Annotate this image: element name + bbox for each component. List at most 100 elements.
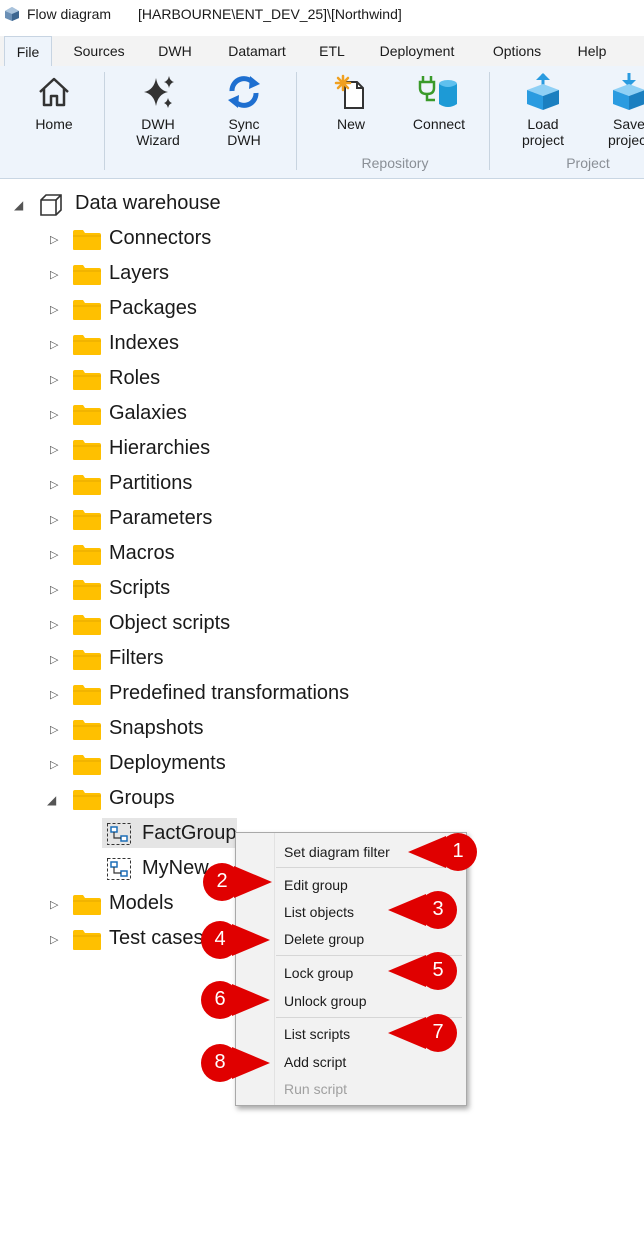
folder-icon [73,405,101,425]
tree-node-label: Object scripts [109,612,231,634]
folder-icon [73,930,101,950]
dwh-wizard-label: DWH Wizard [136,116,180,148]
collapsed-arrow-icon[interactable]: ▷ [50,898,58,911]
menu-item-delete-group[interactable]: Delete group [284,931,364,947]
folder-icon [73,300,101,320]
folder-icon [73,895,101,915]
folder-icon [73,790,101,810]
menu-item-lock-group[interactable]: Lock group [284,965,353,981]
collapsed-arrow-icon[interactable]: ▷ [50,268,58,281]
menu-item-unlock-group[interactable]: Unlock group [284,993,367,1009]
tree-node-galaxies[interactable]: ▷ Galaxies [0,396,400,431]
collapsed-arrow-icon[interactable]: ▷ [50,478,58,491]
tree-node-packages[interactable]: ▷ Packages [0,291,400,326]
home-button[interactable]: Home [22,72,86,132]
title-bar: Flow diagram [HARBOURNE\ENT_DEV_25]\[Nor… [0,0,644,30]
tree-node-roles[interactable]: ▷ Roles [0,361,400,396]
tree-node-filters[interactable]: ▷ Filters [0,641,400,676]
new-button[interactable]: New [320,72,382,132]
tab-etl[interactable]: ETL [310,36,354,66]
group-icon [107,858,131,880]
menu-item-edit-group[interactable]: Edit group [284,877,348,893]
callout-marker: 1 [408,832,480,872]
tree-node-parameters[interactable]: ▷ Parameters [0,501,400,536]
tree-node-layers[interactable]: ▷ Layers [0,256,400,291]
group-icon [107,823,131,845]
new-document-icon [334,74,364,109]
tab-dwh[interactable]: DWH [146,36,204,66]
tree-node-data-warehouse[interactable]: ◢ Data warehouse [0,186,300,221]
tree-node-label: MyNew [142,857,209,879]
ribbon-tabs: File Sources DWH Datamart ETL Deployment… [0,36,644,66]
collapsed-arrow-icon[interactable]: ▷ [50,513,58,526]
tab-deployment[interactable]: Deployment [364,36,470,66]
collapsed-arrow-icon[interactable]: ▷ [50,373,58,386]
connect-button[interactable]: Connect [404,72,474,132]
expanded-arrow-icon[interactable]: ◢ [47,793,56,807]
expanded-arrow-icon[interactable]: ◢ [14,198,23,212]
menu-item-add-script[interactable]: Add script [284,1054,346,1070]
collapsed-arrow-icon[interactable]: ▷ [50,408,58,421]
collapsed-arrow-icon[interactable]: ▷ [50,933,58,946]
callout-marker: 4 [198,920,270,960]
tree-node-groups[interactable]: ◢ Groups [0,781,400,816]
tree-node-partitions[interactable]: ▷ Partitions [0,466,400,501]
callout-number: 8 [214,1051,226,1073]
tree-node-group-factgroup[interactable]: FactGroup [0,816,240,851]
tree-node-label: Macros [109,542,175,564]
collapsed-arrow-icon[interactable]: ▷ [50,758,58,771]
tree-node-scripts[interactable]: ▷ Scripts [0,571,400,606]
tab-options[interactable]: Options [480,36,554,66]
tree-node-snapshots[interactable]: ▷ Snapshots [0,711,400,746]
tab-help[interactable]: Help [564,36,620,66]
menu-item-set-diagram-filter[interactable]: Set diagram filter [284,844,390,860]
menu-item-list-objects[interactable]: List objects [284,904,354,920]
collapsed-arrow-icon[interactable]: ▷ [50,443,58,456]
tree-node-macros[interactable]: ▷ Macros [0,536,400,571]
callout-marker: 7 [388,1013,460,1053]
load-project-icon [527,73,559,110]
tab-sources[interactable]: Sources [62,36,136,66]
tree-node-connectors[interactable]: ▷ Connectors [0,221,400,256]
tab-file[interactable]: File [4,36,52,66]
ribbon-separator [489,72,490,170]
menu-item-list-scripts[interactable]: List scripts [284,1026,350,1042]
callout-marker: 2 [200,862,272,902]
collapsed-arrow-icon[interactable]: ▷ [50,233,58,246]
dwh-wizard-button[interactable]: DWH Wizard [124,72,192,148]
callout-number: 2 [216,870,228,892]
collapsed-arrow-icon[interactable]: ▷ [50,618,58,631]
save-project-button[interactable]: Save project [598,72,644,148]
collapsed-arrow-icon[interactable]: ▷ [50,653,58,666]
load-project-label: Load project [521,116,565,148]
tree-node-label: Filters [109,647,164,669]
collapsed-arrow-icon[interactable]: ▷ [50,338,58,351]
tree-node-predefined-transformations[interactable]: ▷ Predefined transformations [0,676,400,711]
callout-number: 6 [214,988,226,1010]
folder-icon [73,615,101,635]
collapsed-arrow-icon[interactable]: ▷ [50,548,58,561]
collapsed-arrow-icon[interactable]: ▷ [50,688,58,701]
folder-icon [73,720,101,740]
connect-label: Connect [412,116,466,132]
load-project-button[interactable]: Load project [512,72,574,148]
collapsed-arrow-icon[interactable]: ▷ [50,583,58,596]
tree-node-label: Predefined transformations [109,682,350,704]
callout-number: 4 [214,928,226,950]
callout-number: 5 [432,959,444,981]
sync-dwh-button[interactable]: Sync DWH [212,72,276,148]
tree-node-hierarchies[interactable]: ▷ Hierarchies [0,431,400,466]
tree-node-label: Packages [109,297,197,319]
collapsed-arrow-icon[interactable]: ▷ [50,303,58,316]
tree-node-object-scripts[interactable]: ▷ Object scripts [0,606,400,641]
new-label: New [336,116,365,132]
folder-icon [73,650,101,670]
tree-node-indexes[interactable]: ▷ Indexes [0,326,400,361]
connect-database-icon [418,76,457,107]
folder-icon [73,265,101,285]
callout-number: 7 [432,1021,444,1043]
tree-node-deployments[interactable]: ▷ Deployments [0,746,400,781]
tab-datamart[interactable]: Datamart [214,36,300,66]
collapsed-arrow-icon[interactable]: ▷ [50,723,58,736]
tree-node-label: Data warehouse [75,192,221,214]
